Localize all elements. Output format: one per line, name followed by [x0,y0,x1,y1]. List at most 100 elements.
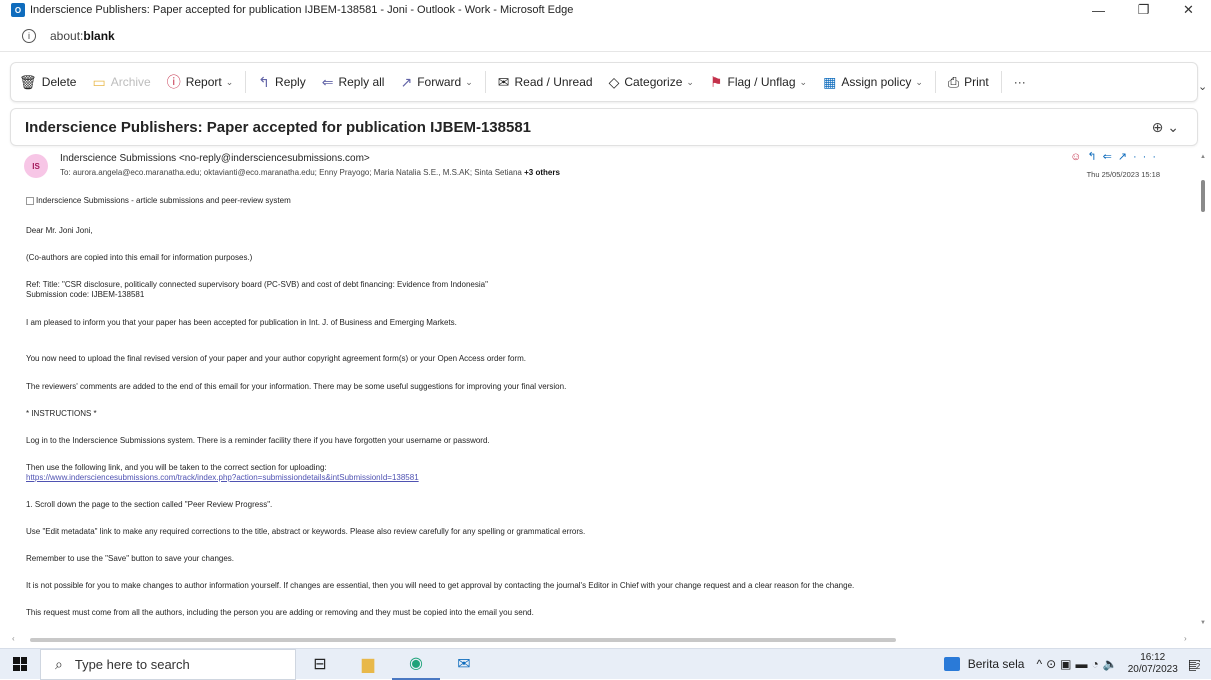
task-view-icon[interactable]: ⊟ [296,649,344,680]
horizontal-scrollbar[interactable]: ‹ › [10,634,1196,646]
news-label: Berita sela [967,657,1025,671]
archive-button[interactable]: ▭ Archive [84,68,158,96]
print-label: Print [964,75,989,89]
assign-policy-button[interactable]: ▦ Assign policy ⌄ [815,68,931,96]
restore-button[interactable]: ❐ [1121,0,1166,20]
coauthors-note: (Co-authors are copied into this email f… [26,253,253,262]
scroll-up-icon[interactable]: ▲ [1200,154,1206,160]
emoji-icon[interactable]: ☺ [1070,151,1087,163]
address-bar[interactable]: i about: blank [0,20,1211,52]
submission-link[interactable]: https://www.indersciencesubmissions.com/… [26,473,419,482]
mail-icon[interactable]: ✉ [440,649,488,680]
chevron-down-icon[interactable]: ⌄ [226,77,234,88]
forward-icon: ↗ [400,73,413,90]
url-prefix: about: [50,28,84,43]
printer-icon: ⎙ [947,73,960,90]
toolbar-divider [245,71,247,93]
news-widget[interactable]: Berita sela [943,657,1025,671]
scrollbar-thumb[interactable] [30,638,896,642]
volume-icon[interactable]: 🔈 [1103,657,1122,671]
search-placeholder: Type here to search [74,656,190,672]
scroll-left-icon[interactable]: ‹ [12,634,15,643]
toolbar-divider [1000,71,1002,93]
sender[interactable]: Inderscience Submissions <no-reply@inder… [60,153,370,164]
clock-date: 20/07/2023 [1127,664,1178,675]
forward-label: Forward [417,75,462,89]
vertical-scrollbar[interactable]: ▲ ▼ [1196,152,1211,632]
edge-icon[interactable]: ◉ [392,649,440,680]
url-host: blank [83,28,115,43]
reply-all-icon: ⇐ [321,73,334,90]
delete-button[interactable]: 🗑 Delete [11,68,84,96]
scrollbar-thumb[interactable] [1201,180,1205,212]
chevron-down-icon[interactable]: ⌄ [465,77,473,88]
subject-bar: Inderscience Publishers: Paper accepted … [10,108,1198,146]
ref-title: Ref: Title: "CSR disclosure, politically… [26,280,488,289]
report-button[interactable]: ⓘ Report ⌄ [159,68,242,96]
message-header: IS Inderscience Submissions <no-reply@in… [10,146,1188,190]
recipients[interactable]: To: aurora.angela@eco.maranatha.edu; okt… [60,168,560,177]
message-date: Thu 25/05/2023 15:18 [1086,170,1160,179]
outlook-app-icon: O [11,3,25,17]
notification-center[interactable]: ▤ 2 [1188,656,1201,673]
categorize-label: Categorize [624,75,683,89]
window-titlebar: O Inderscience Publishers: Paper accepte… [0,0,1211,20]
reply-all-label: Reply all [338,75,385,89]
zoom-icon[interactable]: ⊕ ⌄ [1152,119,1179,136]
forward-icon[interactable]: ↗ [1118,151,1133,163]
reply-icon[interactable]: ↰ [1087,151,1102,163]
instructions-heading: * INSTRUCTIONS * [26,409,97,418]
taskbar-search[interactable]: ⌕ Type here to search [40,648,296,680]
more-recipients-link[interactable]: +3 others [524,168,560,177]
read-unread-button[interactable]: ✉ Read / Unread [490,68,601,96]
avatar[interactable]: IS [24,154,48,178]
chevron-down-icon[interactable]: ⌄ [800,77,808,88]
report-icon: ⓘ [166,74,181,90]
trash-icon: 🗑 [19,73,37,90]
file-explorer-icon[interactable]: ▆ [344,649,392,680]
info-icon[interactable]: i [22,28,36,43]
taskbar-clock[interactable]: 16:12 20/07/2023 [1128,652,1178,676]
policy-icon: ▦ [823,73,837,90]
submission-code: Submission code: IJBEM-138581 [26,290,145,299]
edit-metadata-text: Use "Edit metadata" link to make any req… [26,527,586,536]
login-text: Log in to the Inderscience Submissions s… [26,436,490,445]
minimize-button[interactable]: — [1076,0,1121,20]
chevron-down-icon[interactable]: ⌄ [1198,80,1207,93]
recipient-list: aurora.angela@eco.maranatha.edu; oktavia… [72,168,522,177]
scroll-down-icon[interactable]: ▼ [1200,620,1206,626]
meet-icon[interactable]: ⊙ [1046,657,1060,671]
reply-label: Reply [275,75,306,89]
flag-button[interactable]: ⚑ Flag / Unflag ⌄ [702,68,815,96]
accepted-text: I am pleased to inform you that your pap… [26,318,457,327]
battery-icon[interactable]: ▬ [1076,657,1092,671]
message-pane: IS Inderscience Submissions <no-reply@in… [10,146,1188,632]
chevron-up-icon[interactable]: ^ [1036,657,1046,671]
toolbar-divider [934,71,936,93]
chevron-down-icon[interactable]: ⌄ [915,77,923,88]
reply-all-button[interactable]: ⇐ Reply all [314,68,393,96]
reviewers-text: The reviewers' comments are added to the… [26,382,567,391]
system-tray[interactable]: ^ ⊙ ▣ ▬ ◔ 🔈 [1036,657,1121,671]
more-actions-button[interactable]: ··· [1006,68,1034,96]
categorize-button[interactable]: ◇ Categorize ⌄ [601,68,702,96]
reply-icon: ↰ [258,73,271,90]
forward-button[interactable]: ↗ Forward ⌄ [392,68,480,96]
chevron-down-icon[interactable]: ⌄ [686,77,694,88]
save-text: Remember to use the "Save" button to sav… [26,554,235,563]
reply-button[interactable]: ↰ Reply [250,68,313,96]
scroll-right-icon[interactable]: › [1184,634,1187,643]
windows-taskbar: ⌕ Type here to search ⊟ ▆ ◉ ✉ Berita sela… [0,648,1211,680]
message-toolbar: 🗑 Delete ▭ Archive ⓘ Report ⌄ ↰ Reply ⇐ Reply … [10,62,1198,102]
wifi-icon[interactable]: ◔ [1092,657,1103,671]
start-button[interactable] [0,649,40,680]
search-icon: ⌕ [55,655,63,672]
close-button[interactable]: ✕ [1166,0,1211,20]
archive-icon: ▭ [92,73,106,90]
tag-icon: ◇ [608,73,620,90]
network-status-icon[interactable]: ▣ [1060,657,1075,671]
more-icon[interactable]: ··· [1133,151,1162,163]
read-unread-label: Read / Unread [514,75,593,89]
print-button[interactable]: ⎙ Print [940,68,997,96]
reply-all-icon[interactable]: ⇐ [1103,151,1118,163]
